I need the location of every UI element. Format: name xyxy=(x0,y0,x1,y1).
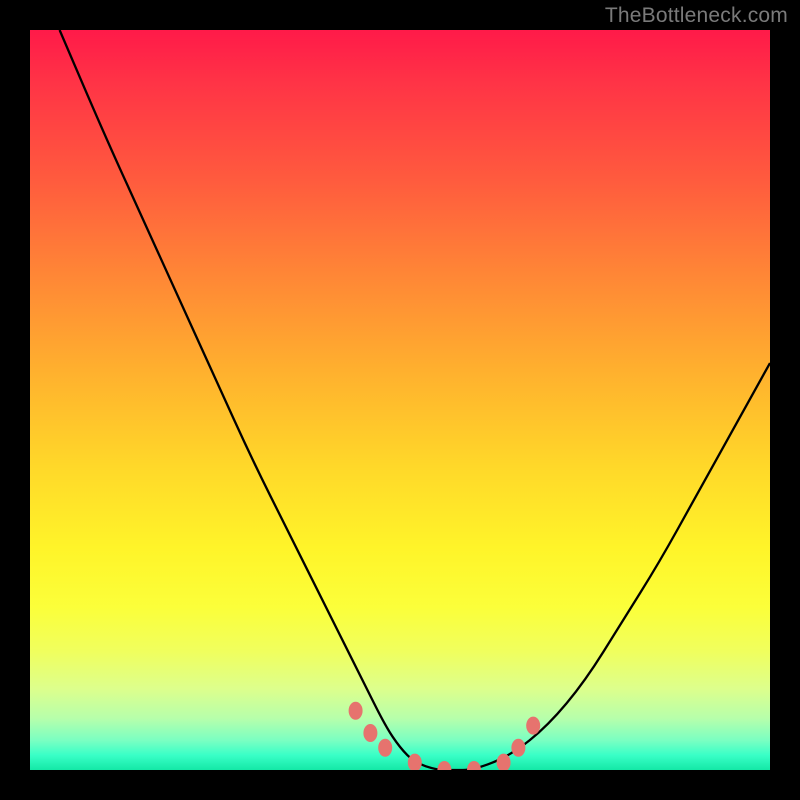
marker-dot xyxy=(526,717,540,735)
marker-dot xyxy=(378,739,392,757)
watermark-text: TheBottleneck.com xyxy=(605,4,788,28)
marker-dot xyxy=(467,761,481,770)
chart-frame: TheBottleneck.com xyxy=(0,0,800,800)
plot-area xyxy=(30,30,770,770)
marker-dot xyxy=(349,702,363,720)
curve-svg xyxy=(30,30,770,770)
marker-dot xyxy=(437,761,451,770)
marker-dot xyxy=(363,724,377,742)
bottleneck-curve-path xyxy=(60,30,770,770)
marker-dot xyxy=(511,739,525,757)
